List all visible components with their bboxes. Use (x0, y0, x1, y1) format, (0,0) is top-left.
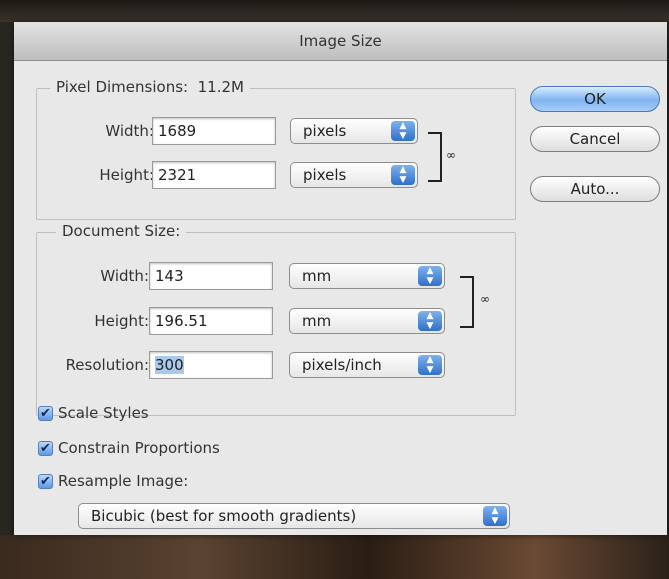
pixel-height-unit-select[interactable]: pixels ▲ ▼ (290, 162, 418, 188)
auto-button[interactable]: Auto... (530, 176, 660, 202)
popup-arrows-icon: ▲ ▼ (418, 355, 442, 375)
chain-link-icon: ∞ (480, 292, 490, 306)
pixel-height-label: Height: (99, 166, 154, 184)
resample-image-checkbox[interactable]: ✔ (38, 474, 53, 489)
scale-styles-checkbox[interactable]: ✔ (38, 406, 53, 421)
document-size-title: Document Size: (56, 222, 187, 240)
document-height-unit-select[interactable]: mm ▲ ▼ (289, 308, 445, 334)
pixel-width-unit-select[interactable]: pixels ▲ ▼ (290, 118, 418, 144)
popup-arrows-icon: ▲ ▼ (391, 121, 415, 141)
chain-link-icon: ∞ (446, 148, 456, 162)
image-size-dialog: Image Size Pixel Dimensions: 11.2M Width… (14, 22, 667, 535)
constrain-proportions-checkbox[interactable]: ✔ (38, 441, 53, 456)
document-height-field[interactable]: 196.51 (149, 307, 273, 335)
pixel-height-field[interactable]: 2321 (152, 161, 276, 189)
popup-arrows-icon: ▲ ▼ (391, 165, 415, 185)
ok-button[interactable]: OK (530, 86, 660, 112)
pixel-dimensions-title: Pixel Dimensions: 11.2M (50, 78, 250, 96)
pixel-dimensions-size: 11.2M (197, 78, 244, 96)
document-width-label: Width: (100, 267, 149, 285)
document-link-bracket (460, 276, 474, 328)
pixel-dimensions-group (36, 88, 516, 220)
resample-method-select[interactable]: Bicubic (best for smooth gradients) ▲ ▼ (78, 503, 510, 529)
pixel-link-bracket (428, 132, 442, 182)
dialog-title: Image Size (14, 22, 667, 61)
pixel-width-label: Width: (105, 122, 154, 140)
resolution-label: Resolution: (65, 356, 149, 374)
resample-image-label: Resample Image: (58, 472, 189, 490)
resolution-unit-select[interactable]: pixels/inch ▲ ▼ (289, 352, 445, 378)
document-width-unit-select[interactable]: mm ▲ ▼ (289, 263, 445, 289)
resolution-field[interactable]: 300 (149, 351, 273, 379)
popup-arrows-icon: ▲ ▼ (483, 506, 507, 526)
background-photo-top (0, 0, 669, 22)
scale-styles-label: Scale Styles (58, 404, 149, 422)
background-photo-bottom (0, 535, 669, 579)
popup-arrows-icon: ▲ ▼ (418, 311, 442, 331)
constrain-proportions-label: Constrain Proportions (58, 439, 220, 457)
document-height-label: Height: (94, 312, 149, 330)
cancel-button[interactable]: Cancel (530, 126, 660, 152)
popup-arrows-icon: ▲ ▼ (418, 266, 442, 286)
document-width-field[interactable]: 143 (149, 262, 273, 290)
pixel-width-field[interactable]: 1689 (152, 117, 276, 145)
